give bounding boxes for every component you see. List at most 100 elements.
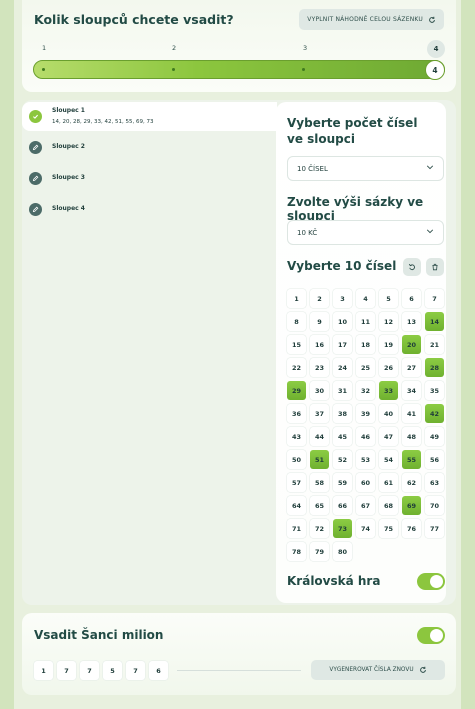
number-cell[interactable]: 65	[310, 496, 329, 515]
number-cell[interactable]: 43	[287, 427, 306, 446]
number-cell[interactable]: 66	[333, 496, 352, 515]
number-cell[interactable]: 75	[379, 519, 398, 538]
number-cell[interactable]: 19	[379, 335, 398, 354]
number-cell[interactable]: 58	[310, 473, 329, 492]
number-cell[interactable]: 24	[333, 358, 352, 377]
number-cell[interactable]: 12	[379, 312, 398, 331]
number-cell[interactable]: 57	[287, 473, 306, 492]
count-select[interactable]: 10 ČÍSEL	[287, 156, 444, 181]
number-cell[interactable]: 9	[310, 312, 329, 331]
number-cell[interactable]: 46	[356, 427, 375, 446]
regenerate-button[interactable]: VYGENEROVAT ČÍSLA ZNOVU	[311, 660, 445, 680]
number-cell[interactable]: 53	[356, 450, 375, 469]
number-cell[interactable]: 33	[379, 381, 398, 400]
step-4-label[interactable]: 4	[427, 40, 445, 58]
number-cell[interactable]: 61	[379, 473, 398, 492]
number-cell[interactable]: 77	[425, 519, 444, 538]
number-cell[interactable]: 45	[333, 427, 352, 446]
number-cell[interactable]: 37	[310, 404, 329, 423]
number-cell[interactable]: 44	[310, 427, 329, 446]
number-cell[interactable]: 17	[333, 335, 352, 354]
check-icon	[29, 110, 42, 123]
number-cell[interactable]: 54	[379, 450, 398, 469]
number-cell[interactable]: 56	[425, 450, 444, 469]
number-cell[interactable]: 6	[402, 289, 421, 308]
pencil-icon	[29, 141, 42, 154]
number-cell[interactable]: 25	[356, 358, 375, 377]
number-cell[interactable]: 1	[287, 289, 306, 308]
number-cell[interactable]: 42	[425, 404, 444, 423]
number-cell[interactable]: 72	[310, 519, 329, 538]
kralovska-hra-toggle[interactable]	[417, 573, 445, 590]
number-cell[interactable]: 69	[402, 496, 421, 515]
step-3-label[interactable]: 3	[303, 44, 307, 52]
number-cell[interactable]: 30	[310, 381, 329, 400]
number-cell[interactable]: 2	[310, 289, 329, 308]
number-cell[interactable]: 38	[333, 404, 352, 423]
number-cell[interactable]: 67	[356, 496, 375, 515]
number-cell[interactable]: 41	[402, 404, 421, 423]
number-cell[interactable]: 80	[333, 542, 352, 561]
number-cell[interactable]: 39	[356, 404, 375, 423]
number-cell[interactable]: 31	[333, 381, 352, 400]
number-cell[interactable]: 40	[379, 404, 398, 423]
number-cell[interactable]: 73	[333, 519, 352, 538]
number-cell[interactable]: 63	[425, 473, 444, 492]
number-cell[interactable]: 52	[333, 450, 352, 469]
number-cell[interactable]: 11	[356, 312, 375, 331]
column-item-4[interactable]: Sloupec 4	[22, 195, 277, 225]
number-cell[interactable]: 49	[425, 427, 444, 446]
slider-knob[interactable]: 4	[425, 60, 445, 80]
number-cell[interactable]: 74	[356, 519, 375, 538]
number-cell[interactable]: 32	[356, 381, 375, 400]
step-1-label[interactable]: 1	[42, 44, 46, 52]
column-item-2[interactable]: Sloupec 2	[22, 133, 277, 163]
random-fill-button[interactable]: VYPLNIT NÁHODNĚ CELOU SÁZENKU	[299, 9, 444, 30]
number-cell[interactable]: 70	[425, 496, 444, 515]
number-cell[interactable]: 14	[425, 312, 444, 331]
number-cell[interactable]: 4	[356, 289, 375, 308]
undo-button[interactable]	[403, 258, 421, 276]
number-cell[interactable]: 16	[310, 335, 329, 354]
number-cell[interactable]: 62	[402, 473, 421, 492]
number-cell[interactable]: 15	[287, 335, 306, 354]
clear-button[interactable]	[426, 258, 444, 276]
number-cell[interactable]: 29	[287, 381, 306, 400]
number-cell[interactable]: 28	[425, 358, 444, 377]
number-cell[interactable]: 50	[287, 450, 306, 469]
number-cell[interactable]: 60	[356, 473, 375, 492]
column-item-1[interactable]: Sloupec 1 14, 20, 28, 29, 33, 42, 51, 55…	[22, 102, 277, 131]
number-cell[interactable]: 35	[425, 381, 444, 400]
number-cell[interactable]: 26	[379, 358, 398, 377]
columns-slider[interactable]: 4	[33, 60, 445, 80]
number-cell[interactable]: 8	[287, 312, 306, 331]
number-cell[interactable]: 47	[379, 427, 398, 446]
number-cell[interactable]: 20	[402, 335, 421, 354]
number-cell[interactable]: 5	[379, 289, 398, 308]
sance-toggle[interactable]	[417, 627, 445, 644]
number-cell[interactable]: 55	[402, 450, 421, 469]
number-cell[interactable]: 51	[310, 450, 329, 469]
number-cell[interactable]: 59	[333, 473, 352, 492]
number-cell[interactable]: 18	[356, 335, 375, 354]
number-cell[interactable]: 22	[287, 358, 306, 377]
number-cell[interactable]: 7	[425, 289, 444, 308]
step-2-label[interactable]: 2	[172, 44, 176, 52]
number-cell[interactable]: 48	[402, 427, 421, 446]
number-cell[interactable]: 36	[287, 404, 306, 423]
number-cell[interactable]: 79	[310, 542, 329, 561]
number-cell[interactable]: 64	[287, 496, 306, 515]
number-cell[interactable]: 34	[402, 381, 421, 400]
number-cell[interactable]: 3	[333, 289, 352, 308]
number-cell[interactable]: 23	[310, 358, 329, 377]
number-cell[interactable]: 76	[402, 519, 421, 538]
number-cell[interactable]: 13	[402, 312, 421, 331]
number-cell[interactable]: 10	[333, 312, 352, 331]
number-cell[interactable]: 27	[402, 358, 421, 377]
column-item-3[interactable]: Sloupec 3	[22, 164, 277, 194]
number-cell[interactable]: 78	[287, 542, 306, 561]
bet-select[interactable]: 10 KČ	[287, 220, 444, 245]
number-cell[interactable]: 71	[287, 519, 306, 538]
number-cell[interactable]: 68	[379, 496, 398, 515]
number-cell[interactable]: 21	[425, 335, 444, 354]
